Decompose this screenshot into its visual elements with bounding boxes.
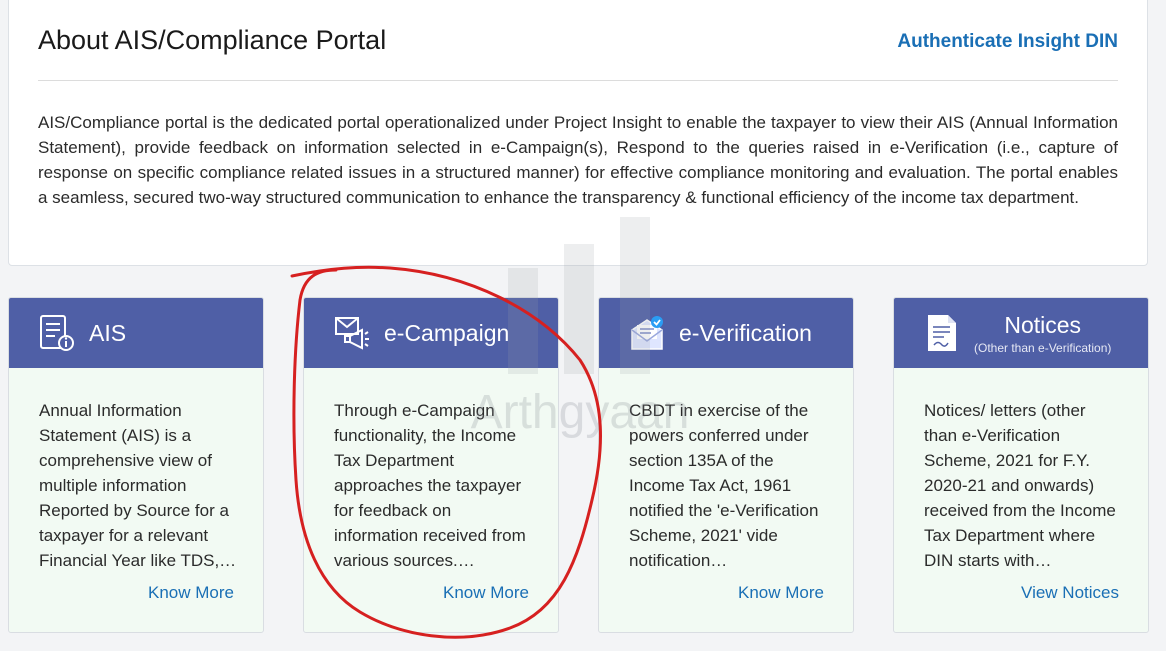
notices-card: Notices (Other than e-Verification) Noti… [893,297,1149,633]
notices-card-subtitle: (Other than e-Verification) [974,340,1112,355]
notice-document-icon [924,314,960,352]
e-campaign-card-title: e-Campaign [384,319,510,346]
e-verification-card: e-Verification CBDT in exercise of the p… [598,297,854,633]
ais-card-header: AIS [9,298,263,368]
about-description: AIS/Compliance portal is the dedicated p… [38,113,1118,207]
notices-card-description: Notices/ letters (other than e-Verificat… [924,401,1116,570]
e-verification-card-description: CBDT in exercise of the powers conferred… [629,401,819,570]
verified-mail-icon [629,314,665,352]
e-verification-know-more-link[interactable]: Know More [738,583,824,603]
about-panel: About AIS/Compliance Portal Authenticate… [8,0,1148,266]
e-campaign-know-more-link[interactable]: Know More [443,583,529,603]
e-campaign-card-header: e-Campaign [304,298,558,368]
document-info-icon [39,314,75,352]
notices-card-title-group: Notices (Other than e-Verification) [974,312,1111,355]
e-campaign-card-description: Through e-Campaign functionality, the In… [334,401,526,570]
ais-card-title: AIS [89,319,127,346]
notices-card-title: Notices [1004,311,1082,338]
page-title: About AIS/Compliance Portal [38,25,387,55]
megaphone-mail-icon [334,314,370,352]
divider [38,80,1118,81]
view-notices-link[interactable]: View Notices [1021,583,1119,603]
e-campaign-card: e-Campaign Through e-Campaign functional… [303,297,559,633]
e-verification-card-header: e-Verification [599,298,853,368]
notices-card-header: Notices (Other than e-Verification) [894,298,1148,368]
ais-card-description: Annual Information Statement (AIS) is a … [39,401,237,570]
ais-card: AIS Annual Information Statement (AIS) i… [8,297,264,633]
ais-know-more-link[interactable]: Know More [148,583,234,603]
e-verification-card-title: e-Verification [679,319,812,346]
authenticate-insight-din-link[interactable]: Authenticate Insight DIN [897,31,1118,53]
